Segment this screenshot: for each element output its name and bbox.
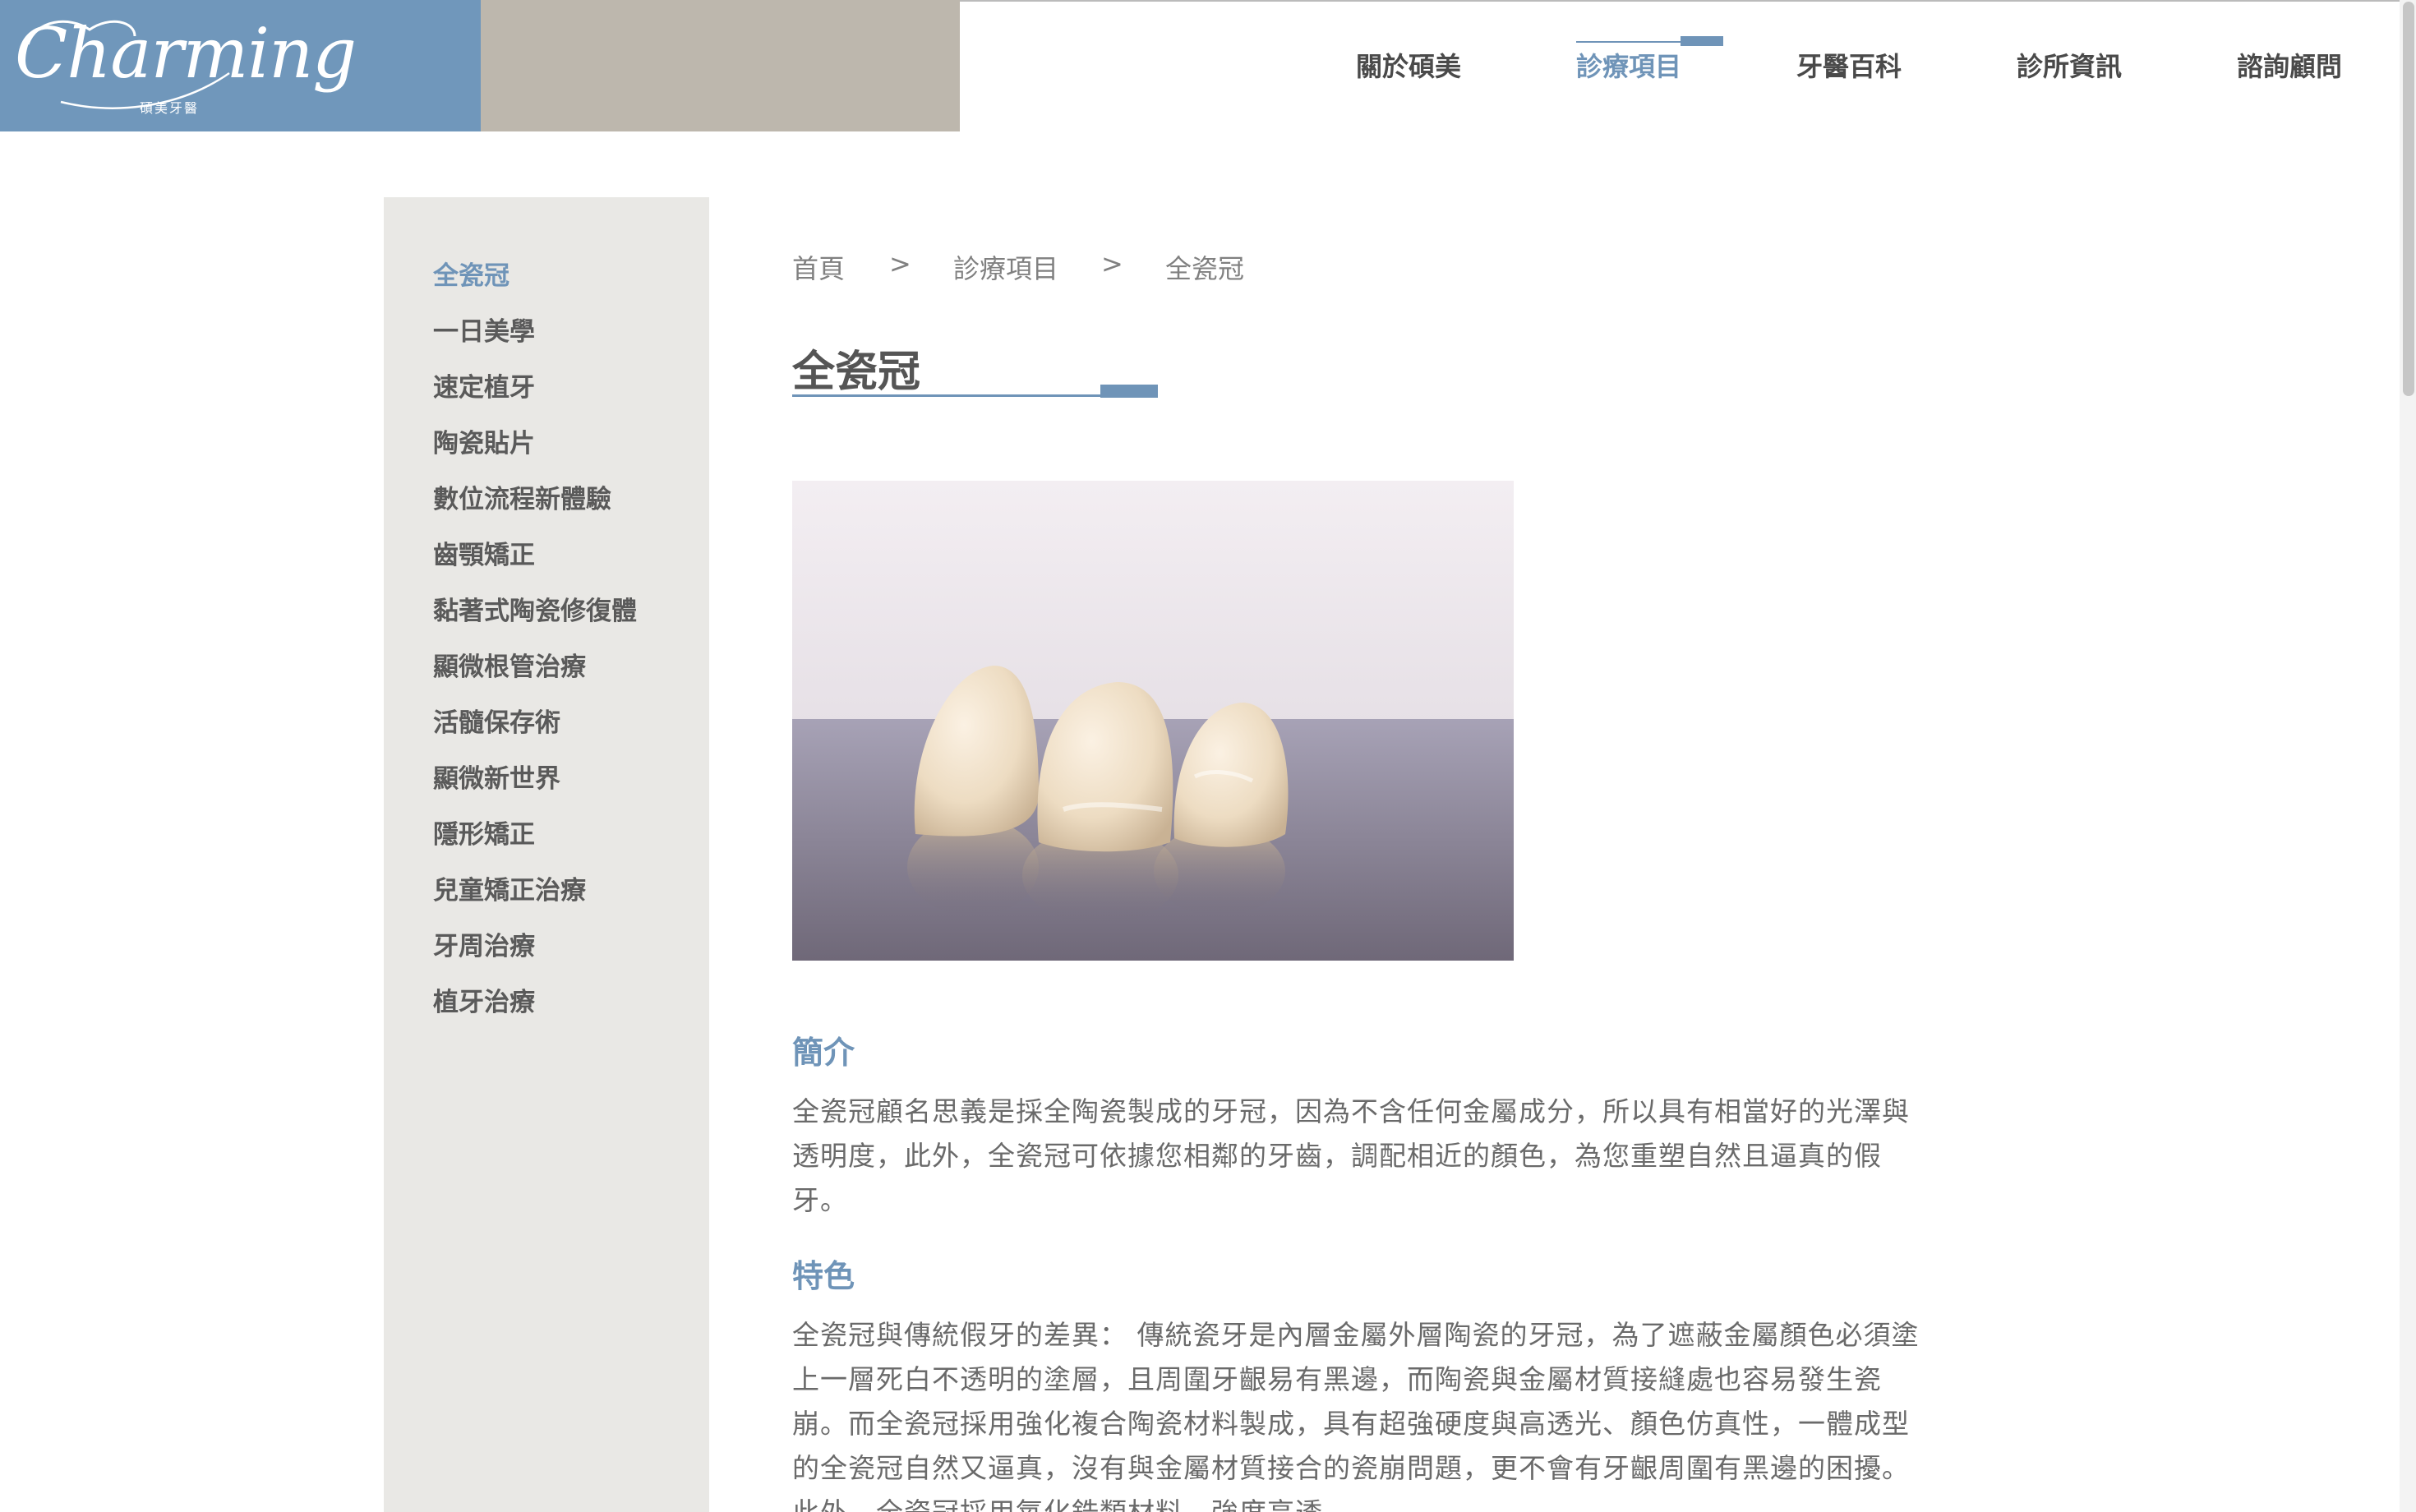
header-banner-block bbox=[481, 0, 960, 131]
sidebar-item-digital-workflow[interactable]: 數位流程新體驗 bbox=[433, 478, 611, 515]
sidebar-item-micro-world[interactable]: 顯微新世界 bbox=[433, 758, 560, 795]
nav-item-encyclopedia[interactable]: 牙醫百科 bbox=[1796, 46, 1902, 84]
title-accent-mark bbox=[1100, 385, 1158, 398]
title-underline bbox=[792, 394, 1100, 397]
nav-item-about[interactable]: 關於碩美 bbox=[1356, 46, 1461, 84]
page-title: 全瓷冠 bbox=[792, 348, 921, 397]
section-heading-features: 特色 bbox=[792, 1258, 855, 1294]
breadcrumb-services[interactable]: 診療項目 bbox=[953, 248, 1058, 286]
breadcrumb-home[interactable]: 首頁 bbox=[792, 248, 845, 286]
scrollbar-thumb[interactable] bbox=[2403, 2, 2414, 396]
sidebar-item-implant[interactable]: 植牙治療 bbox=[433, 981, 535, 1018]
nav-item-consultant[interactable]: 諮詢顧問 bbox=[2237, 46, 2342, 84]
logo-text: Charming bbox=[15, 13, 357, 94]
breadcrumb-current: 全瓷冠 bbox=[1165, 253, 1245, 284]
main-nav: 關於碩美 診療項目 牙醫百科 診所資訊 諮詢顧問 bbox=[1315, 0, 2367, 131]
section-text-features: 全瓷冠與傳統假牙的差異： 傳統瓷牙是內層金屬外層陶瓷的牙冠，為了遮蔽金屬顏色必須… bbox=[792, 1319, 1920, 1512]
sidebar-item-invisible-ortho[interactable]: 隱形矯正 bbox=[433, 814, 535, 850]
crown-photo bbox=[792, 481, 1514, 961]
sidebar-item-micro-endodontics[interactable]: 顯微根管治療 bbox=[433, 646, 586, 683]
sidebar-item-child-ortho[interactable]: 兒童矯正治療 bbox=[433, 869, 586, 906]
section-heading-intro: 簡介 bbox=[792, 1035, 855, 1071]
sidebar-item-all-ceramic-crown[interactable]: 全瓷冠 bbox=[433, 255, 509, 292]
sidebar-item-orthodontics[interactable]: 齒顎矯正 bbox=[433, 534, 535, 571]
nav-item-clinic-info[interactable]: 診所資訊 bbox=[2017, 46, 2122, 84]
sidebar-item-rapid-implant[interactable]: 速定植牙 bbox=[433, 366, 535, 403]
section-text-intro: 全瓷冠顧名思義是採全陶瓷製成的牙冠，因為不含任何金屬成分，所以具有相當好的光澤與… bbox=[792, 1095, 1910, 1216]
logo[interactable]: Charming 碩美牙醫 bbox=[0, 0, 481, 131]
nav-active-marker bbox=[1681, 36, 1723, 46]
sidebar-item-vital-pulp[interactable]: 活髓保存術 bbox=[433, 702, 560, 739]
breadcrumb-separator: > bbox=[889, 248, 911, 279]
sidebar-item-bonded-ceramic[interactable]: 黏著式陶瓷修復體 bbox=[433, 590, 637, 627]
sidebar-item-one-day-aesthetics[interactable]: 一日美學 bbox=[433, 311, 535, 348]
breadcrumb-separator: > bbox=[1101, 248, 1123, 279]
logo-subtext: 碩美牙醫 bbox=[140, 100, 200, 116]
sidebar-item-periodontal[interactable]: 牙周治療 bbox=[433, 925, 535, 962]
nav-item-services[interactable]: 診療項目 bbox=[1576, 46, 1681, 84]
sidebar: 全瓷冠 一日美學 速定植牙 陶瓷貼片 數位流程新體驗 齒顎矯正 黏著式陶瓷修復體… bbox=[384, 197, 709, 1512]
sidebar-item-ceramic-veneers[interactable]: 陶瓷貼片 bbox=[433, 422, 535, 459]
